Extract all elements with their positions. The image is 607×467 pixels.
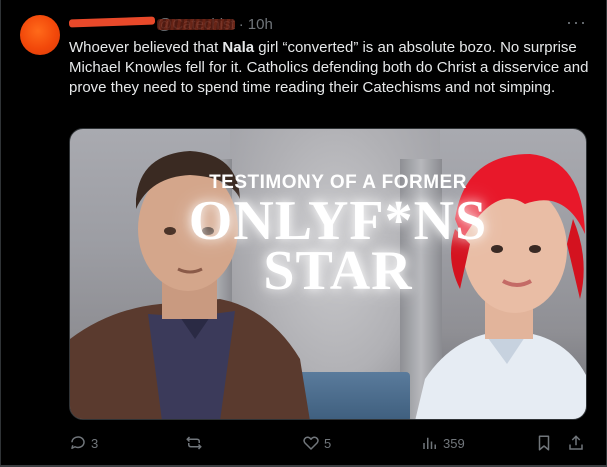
like-count: 5 <box>324 435 332 451</box>
redaction-scribble <box>157 18 235 30</box>
reply-count: 3 <box>91 435 99 451</box>
share-button[interactable] <box>567 430 585 456</box>
post-media[interactable]: TESTIMONY OF A FORMER ONLYF*NS STAR <box>69 128 587 420</box>
avatar[interactable] <box>20 15 60 55</box>
post-text: Whoever believed that Nala girl “convert… <box>69 39 589 96</box>
bold-name: Nala <box>222 39 255 56</box>
timestamp[interactable]: 10h <box>248 16 273 33</box>
view-count: 359 <box>443 435 465 451</box>
media-title-line3: STAR <box>263 240 413 302</box>
reply-button[interactable]: 3 <box>69 430 98 456</box>
author-handle[interactable]: @Catechist <box>157 16 235 33</box>
reply-icon <box>71 436 85 449</box>
separator: · <box>238 15 244 33</box>
post-header: @Catechist · 10h <box>68 13 273 35</box>
bookmark-icon <box>538 435 550 451</box>
views-button[interactable]: 359 <box>421 430 465 456</box>
redacted-display-name <box>68 16 156 28</box>
bookmark-button[interactable] <box>535 430 553 456</box>
repost-button[interactable] <box>185 430 207 456</box>
repost-icon <box>186 436 202 450</box>
heart-icon <box>303 436 319 450</box>
analytics-icon <box>423 437 436 449</box>
like-button[interactable]: 5 <box>302 430 331 456</box>
more-options-icon[interactable]: ··· <box>566 12 587 33</box>
share-icon <box>569 435 583 450</box>
action-bar: 3 5 359 <box>69 430 589 456</box>
